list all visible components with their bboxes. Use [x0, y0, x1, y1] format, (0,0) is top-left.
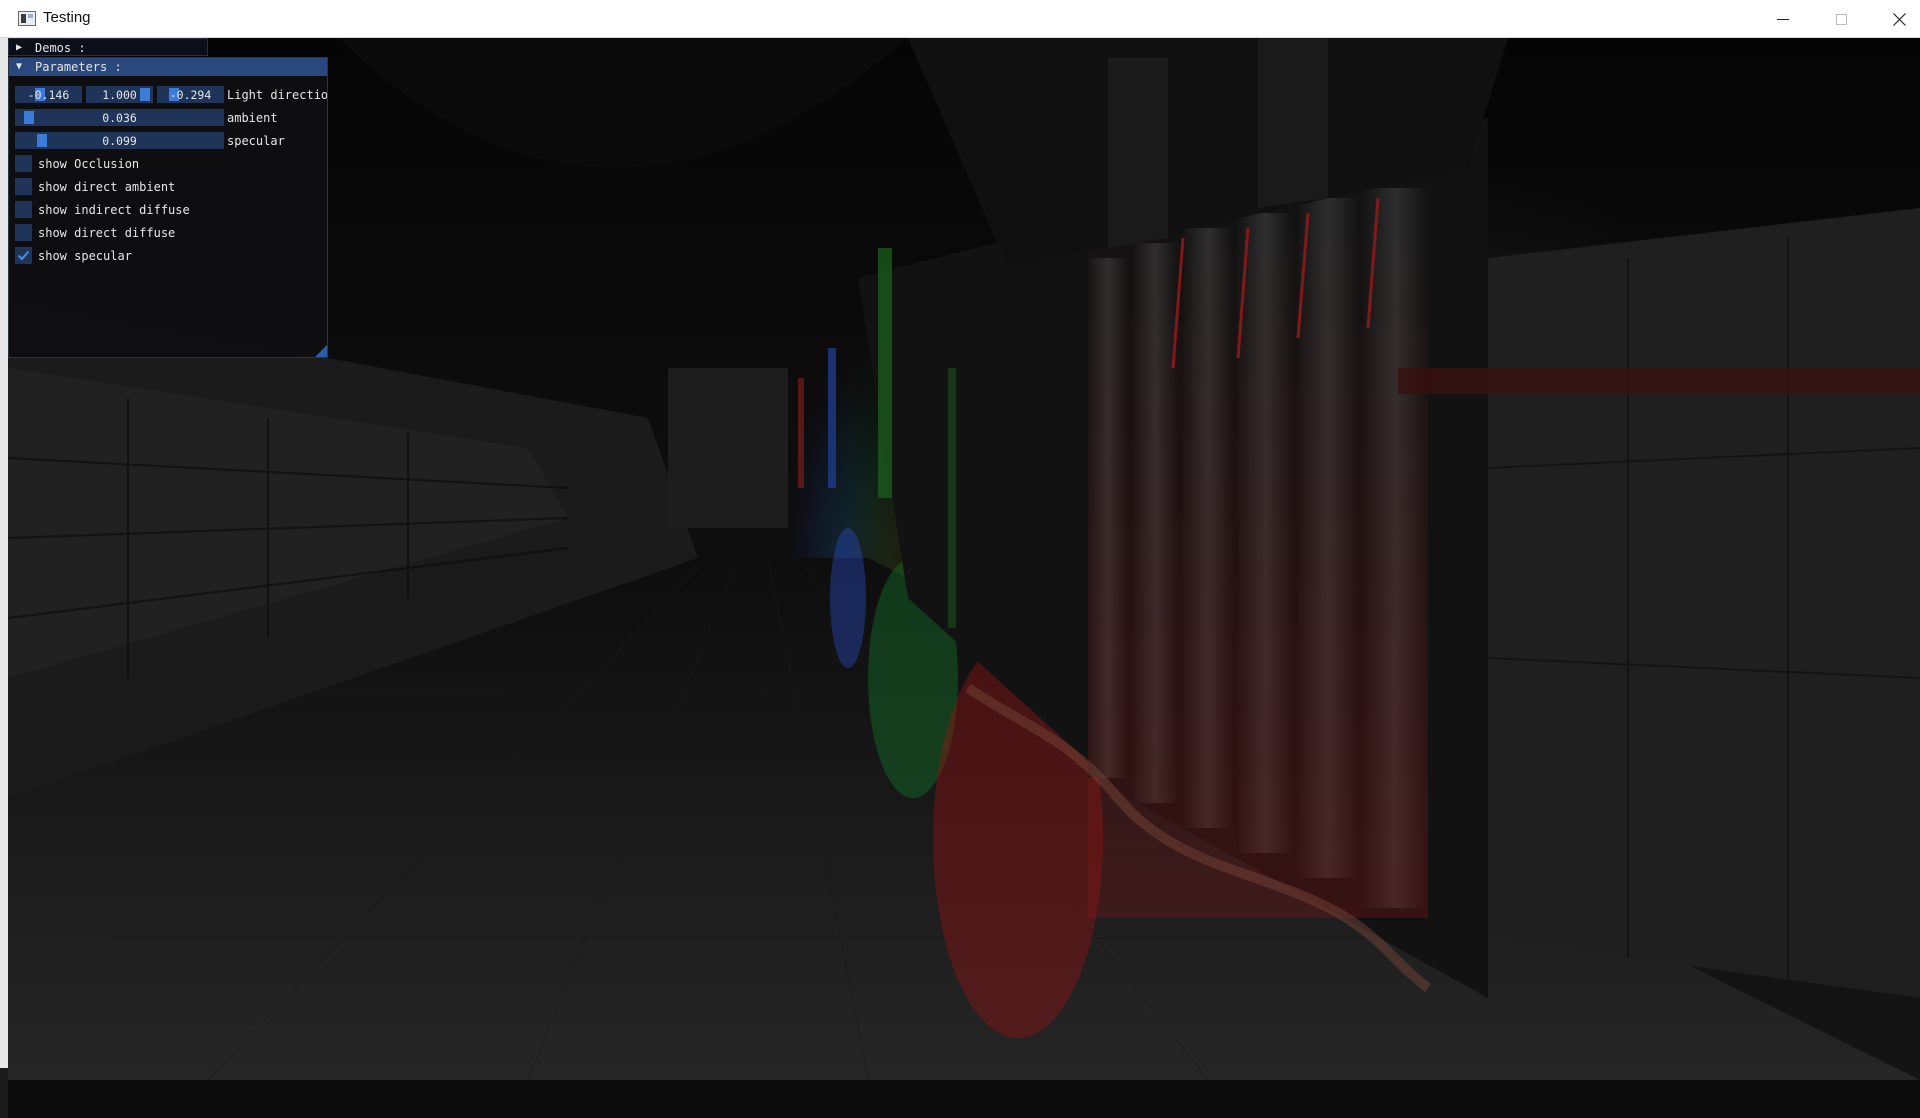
specular-label: specular [227, 134, 285, 148]
ambient-slider[interactable]: 0.036 [15, 109, 224, 126]
checkbox-show-specular[interactable] [15, 247, 32, 264]
light-direction-z-value: -0.294 [169, 88, 212, 102]
demos-window-header[interactable]: ▶ Demos : [8, 38, 208, 56]
checkbox-label: show direct ambient [38, 180, 176, 194]
checkmark-icon [17, 250, 30, 261]
minimize-button[interactable] [1754, 0, 1812, 38]
light-direction-label: Light direction [227, 88, 327, 102]
checkbox-show-occlusion[interactable] [15, 155, 32, 172]
window-titlebar[interactable]: Testing [0, 0, 1920, 38]
checkbox-label: show specular [38, 249, 132, 263]
checkbox-label: show indirect diffuse [38, 203, 190, 217]
light-direction-z-field[interactable]: -0.294 [157, 86, 224, 103]
close-icon [1892, 12, 1906, 26]
parameters-window[interactable]: ▼ Parameters : -0.146 1.000 -0.294 Light… [8, 57, 328, 358]
light-direction-x-field[interactable]: -0.146 [15, 86, 82, 103]
window-title: Testing [43, 9, 91, 26]
maximize-icon [1835, 13, 1847, 25]
demos-title: Demos : [35, 41, 86, 55]
ambient-value: 0.036 [102, 111, 137, 125]
minimize-icon [1777, 18, 1789, 20]
checkbox-show-direct-ambient[interactable] [15, 178, 32, 195]
parameters-title: Parameters : [35, 60, 122, 74]
checkbox-label: show Occlusion [38, 157, 140, 171]
parameters-titlebar[interactable]: ▼ Parameters : [9, 58, 327, 76]
checkbox-show-indirect-diffuse[interactable] [15, 201, 32, 218]
light-direction-x-value: -0.146 [27, 88, 70, 102]
specular-value: 0.099 [102, 134, 137, 148]
checkbox-label: show direct diffuse [38, 226, 176, 240]
background-window-edge [0, 38, 8, 1118]
checkbox-show-direct-diffuse[interactable] [15, 224, 32, 241]
app-window-icon [18, 11, 36, 26]
resize-grip-icon[interactable] [315, 345, 327, 357]
light-direction-y-value: 1.000 [102, 88, 137, 102]
maximize-button[interactable] [1812, 0, 1870, 38]
close-button[interactable] [1870, 0, 1920, 38]
collapse-arrow-down-icon[interactable]: ▼ [16, 61, 22, 72]
ambient-label: ambient [227, 111, 278, 125]
light-direction-y-field[interactable]: 1.000 [86, 86, 153, 103]
collapse-arrow-right-icon[interactable]: ▶ [16, 42, 22, 53]
specular-slider[interactable]: 0.099 [15, 132, 224, 149]
